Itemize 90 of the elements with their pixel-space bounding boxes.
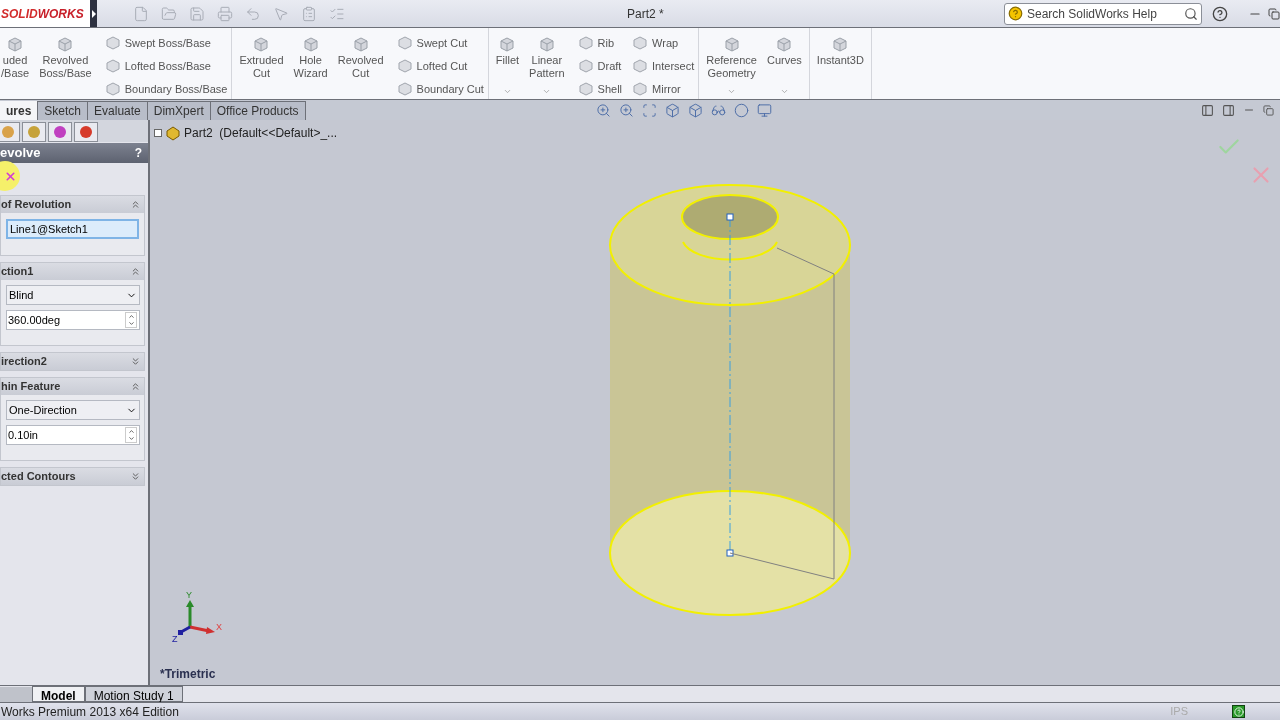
- command-tab[interactable]: Evaluate: [88, 101, 148, 120]
- ribbon-button[interactable]: Boundary Cut: [396, 80, 484, 98]
- clipboard-icon[interactable]: [301, 5, 317, 22]
- pointer-icon[interactable]: [273, 5, 289, 22]
- ribbon-button[interactable]: uded /Base: [0, 34, 33, 96]
- zoom-icon[interactable]: [618, 102, 634, 118]
- ribbon-button[interactable]: Shell: [577, 80, 623, 98]
- ribbon-button[interactable]: Extruded Cut: [236, 34, 287, 96]
- section-header[interactable]: hin Feature: [1, 378, 144, 395]
- section-header[interactable]: cted Contours: [1, 468, 144, 485]
- zoom-icon[interactable]: [595, 102, 611, 118]
- section-header[interactable]: irection2: [1, 353, 144, 370]
- panel-header: evolve ?: [0, 143, 148, 163]
- command-tab[interactable]: Sketch: [38, 101, 89, 120]
- ribbon-button[interactable]: Instant3D: [813, 34, 867, 96]
- ribbon-button[interactable]: Swept Cut: [396, 34, 484, 52]
- axis-label: Y: [186, 589, 192, 602]
- command-tab[interactable]: ures: [0, 101, 39, 120]
- axis-label: X: [216, 621, 222, 634]
- sphere-icon[interactable]: [733, 102, 749, 118]
- ribbon-button[interactable]: Linear Pattern: [526, 34, 568, 96]
- axis-triad-icon: [176, 599, 216, 635]
- collapse-icon[interactable]: [130, 266, 141, 277]
- restore-icon[interactable]: [1263, 104, 1274, 116]
- ribbon-button[interactable]: Curves: [764, 34, 805, 96]
- monitor-icon[interactable]: [756, 102, 772, 118]
- ribbon-button[interactable]: Wrap: [632, 34, 695, 52]
- search-field[interactable]: Search SolidWorks Help: [1004, 2, 1202, 25]
- ribbon-button[interactable]: Revolved Cut: [334, 34, 387, 96]
- restore-icon[interactable]: [1268, 7, 1280, 20]
- model-tab[interactable]: Model: [32, 686, 85, 702]
- expand-icon[interactable]: [130, 356, 141, 367]
- ribbon-button[interactable]: Lofted Cut: [396, 57, 484, 75]
- expand-icon[interactable]: [154, 129, 162, 137]
- search-icon[interactable]: [1184, 6, 1198, 21]
- help-icon: [1008, 6, 1023, 21]
- window-title: Part2 *: [627, 5, 664, 23]
- panel-tab-icon[interactable]: [48, 122, 72, 142]
- ribbon-button[interactable]: Revolved Boss/Base: [36, 34, 95, 96]
- panel-icon[interactable]: [1201, 103, 1214, 117]
- axis-label: Z: [172, 633, 178, 646]
- units-label: IPS: [1170, 704, 1188, 720]
- ribbon-button[interactable]: Rib: [577, 34, 623, 52]
- selection-field[interactable]: Line1@Sketch1: [6, 219, 139, 239]
- ribbon-button[interactable]: Mirror: [632, 80, 695, 98]
- tree-item[interactable]: Part2 (Default<<Default>_...: [184, 124, 338, 142]
- help-button[interactable]: ?: [134, 144, 142, 162]
- cancel-icon[interactable]: [3, 169, 17, 183]
- caret-icon[interactable]: [727, 87, 737, 96]
- model-tab[interactable]: Motion Study 1: [84, 686, 183, 702]
- caret-icon[interactable]: [779, 87, 789, 96]
- ribbon-button[interactable]: Swept Boss/Base: [104, 34, 228, 52]
- caret-icon[interactable]: [502, 87, 512, 96]
- section-header[interactable]: of Revolution: [1, 196, 144, 213]
- part-icon: [165, 125, 181, 141]
- spin-arrows-icon[interactable]: [125, 427, 137, 443]
- collapse-icon[interactable]: [130, 199, 141, 210]
- dropdown[interactable]: Blind: [6, 285, 140, 305]
- collapse-icon[interactable]: [130, 381, 141, 392]
- command-tab[interactable]: Office Products: [210, 101, 306, 120]
- spin-field[interactable]: 360.00deg: [6, 310, 140, 330]
- panel-tab-icon[interactable]: [0, 122, 20, 142]
- ribbon-button[interactable]: Draft: [577, 57, 623, 75]
- help-icon[interactable]: [1232, 705, 1245, 718]
- section-header[interactable]: ction1: [1, 263, 144, 280]
- scan-icon[interactable]: [641, 102, 657, 118]
- folder-icon[interactable]: [161, 5, 177, 22]
- ribbon-button[interactable]: Fillet: [492, 34, 523, 96]
- spin-arrows-icon[interactable]: [125, 312, 137, 328]
- dropdown[interactable]: One-Direction: [6, 400, 140, 420]
- undo-icon[interactable]: [245, 5, 261, 22]
- status-text: Works Premium 2013 x64 Edition: [1, 703, 179, 720]
- printer-icon[interactable]: [217, 5, 233, 22]
- ribbon-button[interactable]: Boundary Boss/Base: [104, 80, 228, 98]
- ribbon-button[interactable]: Reference Geometry: [703, 34, 760, 96]
- panel-tab-icon[interactable]: [74, 122, 98, 142]
- ribbon-button[interactable]: Hole Wizard: [290, 34, 331, 96]
- expand-icon[interactable]: [130, 471, 141, 482]
- file-icon[interactable]: [133, 5, 149, 22]
- panel-icon[interactable]: [1222, 103, 1235, 117]
- help-icon[interactable]: [1212, 5, 1228, 22]
- caret-icon[interactable]: [542, 87, 552, 96]
- ribbon-button[interactable]: Intersect: [632, 57, 695, 75]
- ribbon-button[interactable]: Lofted Boss/Base: [104, 57, 228, 75]
- command-tab[interactable]: DimXpert: [147, 101, 211, 120]
- panel-tab-icon[interactable]: [22, 122, 46, 142]
- save-icon[interactable]: [189, 5, 205, 22]
- logo: SOLIDWORKS: [1, 5, 84, 23]
- spin-field[interactable]: 0.10in: [6, 425, 140, 445]
- view-name: *Trimetric: [160, 666, 216, 683]
